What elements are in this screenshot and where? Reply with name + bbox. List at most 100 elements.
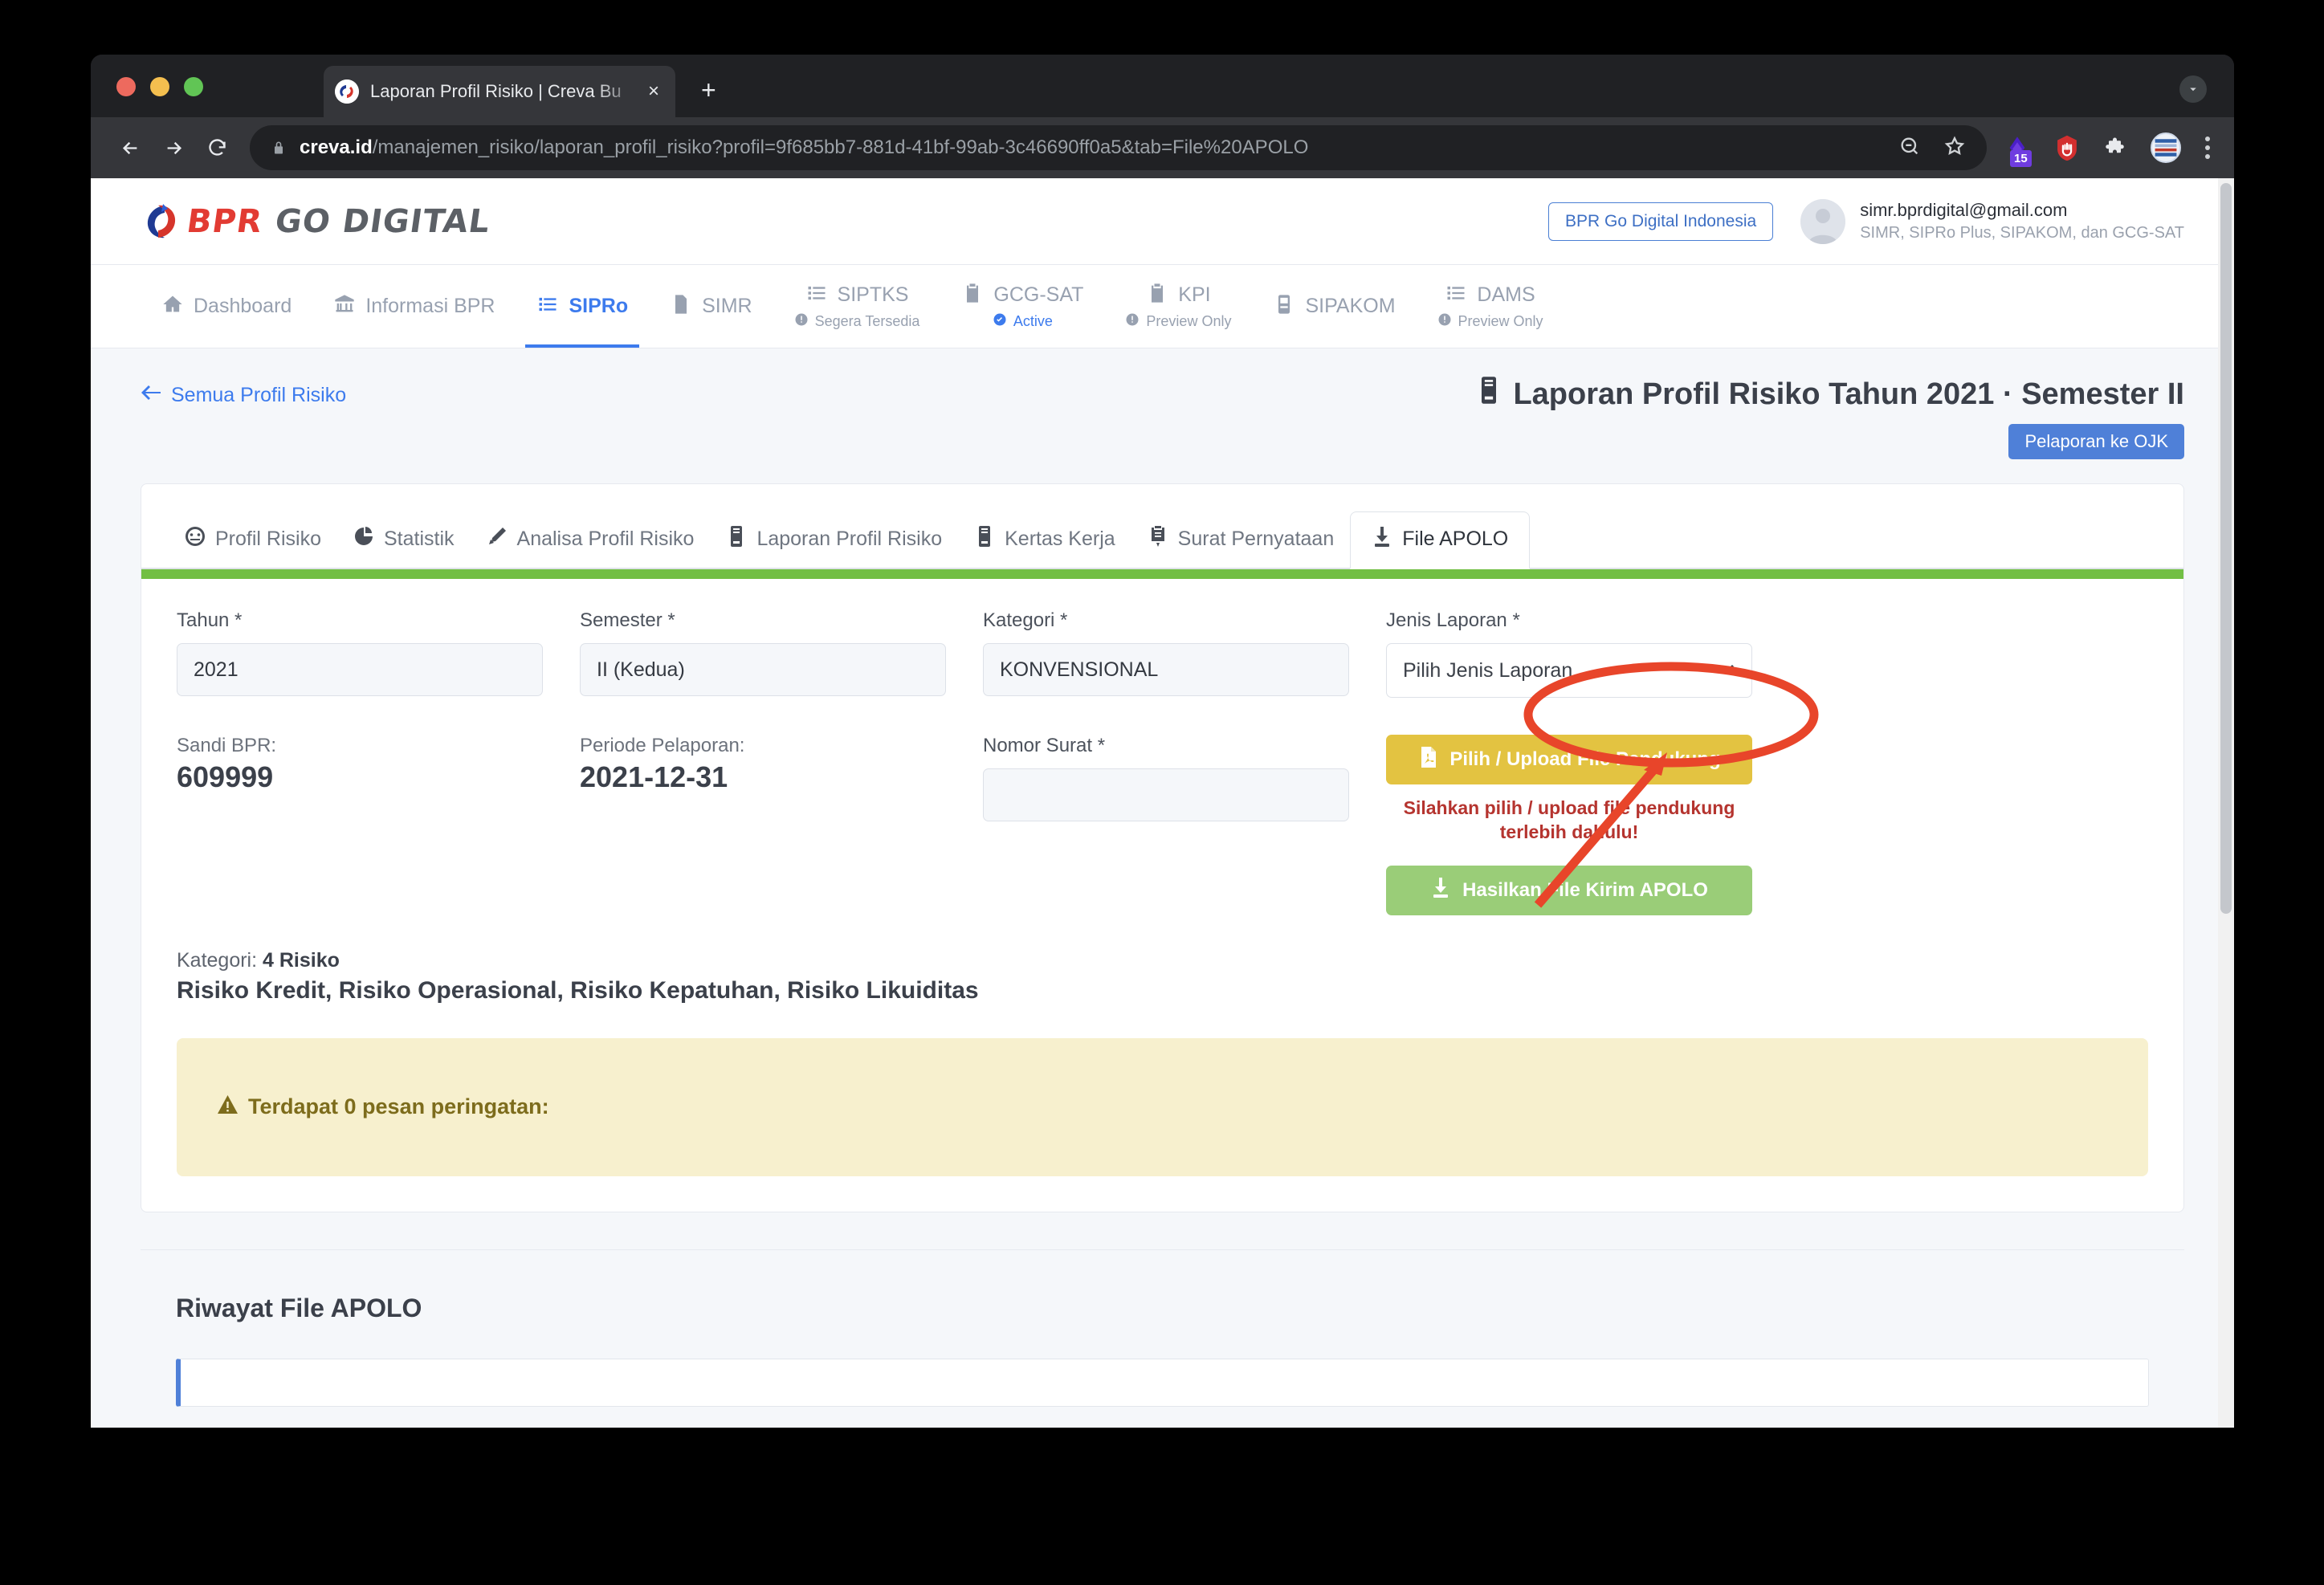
extension-purple-icon[interactable]: 15 xyxy=(2001,132,2033,167)
file-apolo-panel: Tahun * 2021 Semester * II (Kedua) Kateg… xyxy=(141,579,2183,1212)
tab-label: File APOLO xyxy=(1402,528,1509,550)
field-label: Semester * xyxy=(580,609,675,631)
page-title: Laporan Profil Risiko Tahun 2021 · Semes… xyxy=(1476,376,2184,413)
nav-item-siptks[interactable]: SIPTKS Segera Tersedia xyxy=(773,265,941,348)
gauge-icon xyxy=(185,525,206,553)
book-icon xyxy=(726,525,747,553)
nav-label: SIPRo xyxy=(569,295,629,317)
book-icon xyxy=(1476,376,1502,413)
list-icon xyxy=(1445,282,1467,308)
info-circle-icon xyxy=(794,312,809,331)
back-link-label: Semua Profil Risiko xyxy=(171,384,347,406)
upload-file-pendukung-button[interactable]: Pilih / Upload File Pendukung xyxy=(1386,735,1752,784)
extensions-puzzle-icon[interactable] xyxy=(2101,132,2133,164)
tahun-input[interactable]: 2021 xyxy=(177,643,543,696)
window-controls-chevron-icon[interactable] xyxy=(2179,75,2207,103)
upload-actions: Pilih / Upload File Pendukung Silahkan p… xyxy=(1386,735,1752,915)
kategori-input[interactable]: KONVENSIONAL xyxy=(983,643,1349,696)
warning-alert-box: Terdapat 0 pesan peringatan: xyxy=(177,1037,2148,1176)
page-viewport: BPR GO DIGITAL BPR Go Digital Indonesia … xyxy=(91,178,2234,1428)
tab-profil-risiko[interactable]: Profil Risiko xyxy=(169,512,337,568)
document-icon xyxy=(670,293,692,320)
maximize-window-button[interactable] xyxy=(184,77,203,96)
tab-analisa-profil-risiko[interactable]: Analisa Profil Risiko xyxy=(471,512,711,568)
periode-pelaporan-value: 2021-12-31 xyxy=(580,760,728,793)
user-avatar-icon xyxy=(1800,198,1846,244)
back-button[interactable] xyxy=(108,126,152,169)
tab-laporan-profil-risiko[interactable]: Laporan Profil Risiko xyxy=(710,512,958,568)
certificate-icon xyxy=(1148,525,1168,553)
nav-item-dashboard[interactable]: Dashboard xyxy=(141,265,312,348)
nav-item-kpi[interactable]: KPI Preview Only xyxy=(1104,265,1252,348)
reload-button[interactable] xyxy=(195,126,239,169)
tab-file-apolo[interactable]: File APOLO xyxy=(1350,511,1531,569)
bookmark-star-icon[interactable] xyxy=(1943,135,1966,161)
status-badge-ojk: Pelaporan ke OJK xyxy=(2008,424,2184,459)
extension-stop-hand-icon[interactable] xyxy=(2051,132,2083,164)
extensions-area: 15 xyxy=(2001,132,2216,167)
nav-item-informasi-bpr[interactable]: Informasi BPR xyxy=(312,265,516,348)
lock-icon xyxy=(271,138,287,157)
browser-tab[interactable]: Laporan Profil Risiko | Creva Bu × xyxy=(324,66,675,117)
field-semester: Semester * II (Kedua) xyxy=(580,609,946,698)
nav-item-gcg-sat[interactable]: GCG-SAT Active xyxy=(940,265,1104,348)
pencil-icon xyxy=(487,525,508,553)
nav-sub-label: Preview Only xyxy=(1146,313,1232,329)
arrow-left-icon xyxy=(141,384,161,407)
nav-label: DAMS xyxy=(1477,283,1535,306)
organization-badge[interactable]: BPR Go Digital Indonesia xyxy=(1548,202,1774,241)
risk-category-list: Risiko Kredit, Risiko Operasional, Risik… xyxy=(177,976,979,1004)
logo-swoosh-icon xyxy=(141,201,182,242)
close-tab-button[interactable]: × xyxy=(643,79,664,104)
form-row-primary: Tahun * 2021 Semester * II (Kedua) Kateg… xyxy=(177,609,2148,698)
generate-button-label: Hasilkan File Kirim APOLO xyxy=(1462,878,1708,901)
nav-sub-label: Segera Tersedia xyxy=(814,313,920,329)
forward-button[interactable] xyxy=(152,126,195,169)
generate-apolo-file-button[interactable]: Hasilkan File Kirim APOLO xyxy=(1386,865,1752,915)
site-logo[interactable]: BPR GO DIGITAL xyxy=(141,201,492,242)
extension-badge-count: 15 xyxy=(2010,150,2032,167)
book-icon xyxy=(974,525,995,553)
browser-menu-button[interactable] xyxy=(2199,136,2216,159)
back-to-all-profiles-link[interactable]: Semua Profil Risiko xyxy=(141,376,346,407)
pdf-file-icon xyxy=(1417,746,1438,774)
active-tab-accent-bar xyxy=(141,569,2183,579)
tab-kertas-kerja[interactable]: Kertas Kerja xyxy=(958,512,1131,568)
main-navigation: Dashboard Informasi BPR SIPRo SIMR SIPTK… xyxy=(91,265,2234,348)
nav-item-dams[interactable]: DAMS Preview Only xyxy=(1417,265,1564,348)
nav-label: KPI xyxy=(1178,283,1211,306)
main-card: Profil Risiko Statistik Analisa Profil R… xyxy=(141,483,2184,1212)
tab-surat-pernyataan[interactable]: Surat Pernyataan xyxy=(1131,512,1351,568)
nav-item-sipakom[interactable]: SIPAKOM xyxy=(1252,265,1416,348)
nav-sub-label: Active xyxy=(1013,313,1053,329)
tab-statistik[interactable]: Statistik xyxy=(337,512,471,568)
profile-avatar-icon[interactable] xyxy=(2151,132,2181,163)
page-scrollbar[interactable] xyxy=(2218,178,2234,1428)
form-row-secondary: Sandi BPR: 609999 Periode Pelaporan: 202… xyxy=(177,735,2148,915)
semester-input[interactable]: II (Kedua) xyxy=(580,643,946,696)
zoom-out-icon[interactable] xyxy=(1898,135,1921,161)
pie-chart-icon xyxy=(353,525,374,553)
nav-item-sipro[interactable]: SIPRo xyxy=(516,265,649,348)
close-window-button[interactable] xyxy=(116,77,136,96)
risk-category-summary: Kategori: 4 Risiko Risiko Kredit, Risiko… xyxy=(177,949,2148,1004)
url-path: /manajemen_risiko/laporan_profil_risiko?… xyxy=(372,136,1309,158)
minimize-window-button[interactable] xyxy=(150,77,169,96)
address-bar[interactable]: creva.id/manajemen_risiko/laporan_profil… xyxy=(250,125,1987,170)
nav-label: SIPAKOM xyxy=(1305,295,1396,317)
user-account-block[interactable]: simr.bprdigital@gmail.com SIMR, SIPRo Pl… xyxy=(1800,198,2184,244)
jenis-laporan-select[interactable]: Pilih Jenis Laporan xyxy=(1386,643,1752,698)
info-periode-pelaporan: Periode Pelaporan: 2021-12-31 xyxy=(580,735,946,915)
page-scrollbar-thumb[interactable] xyxy=(2220,183,2232,914)
nav-label: SIPTKS xyxy=(837,283,909,306)
nomor-surat-input[interactable] xyxy=(983,768,1349,821)
logo-text-bpr: BPR xyxy=(184,202,265,240)
field-label: Nomor Surat * xyxy=(983,735,1106,756)
list-icon xyxy=(805,282,828,308)
new-tab-button[interactable]: + xyxy=(701,77,716,103)
upload-button-label: Pilih / Upload File Pendukung xyxy=(1449,748,1721,770)
field-label: Jenis Laporan * xyxy=(1386,609,1520,631)
history-section-title: Riwayat File APOLO xyxy=(176,1293,422,1322)
nav-item-simr[interactable]: SIMR xyxy=(649,265,773,348)
download-icon xyxy=(1372,525,1392,553)
